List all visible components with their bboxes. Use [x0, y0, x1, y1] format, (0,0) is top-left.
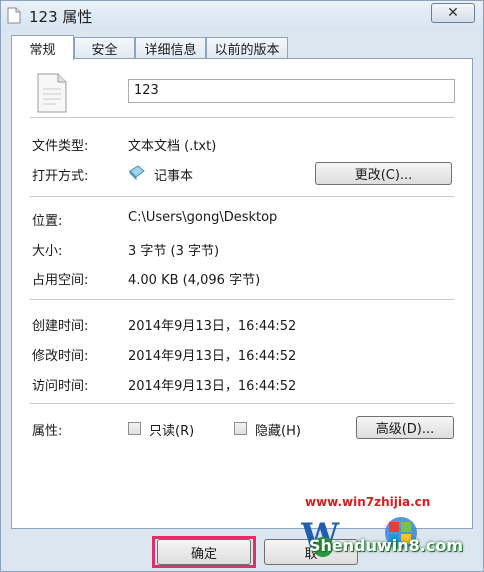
readonly-label: 只读(R)	[149, 424, 195, 439]
close-button[interactable]: ✕	[431, 3, 475, 23]
tab-label: 以前的版本	[214, 42, 280, 58]
general-panel: 123 文件类型: 文本文档 (.txt) 打开方式: 记事本 更改(C)...…	[11, 58, 473, 529]
file-name-input[interactable]: 123	[128, 79, 455, 103]
separator	[30, 403, 454, 404]
tab-details[interactable]: 详细信息	[135, 37, 206, 58]
tab-label: 常规	[29, 42, 56, 58]
modified-value: 2014年9月13日，16:44:52	[128, 349, 297, 364]
size-on-disk-label: 占用空间:	[32, 273, 89, 288]
properties-dialog: 123 属性 ✕ 常规 安全 详细信息 以前的版本 123 文件类型: 文本文档…	[0, 0, 484, 572]
tab-security[interactable]: 安全	[74, 37, 135, 58]
watermark-brand: Shenduwin8.com	[309, 536, 464, 555]
advanced-button[interactable]: 高级(D)...	[356, 416, 454, 439]
watermark-url: www.win7zhijia.cn	[305, 495, 431, 509]
opens-with-label: 打开方式:	[32, 169, 89, 184]
close-icon: ✕	[447, 5, 459, 21]
readonly-checkbox[interactable]	[128, 422, 141, 435]
title-bar[interactable]: 123 属性 ✕	[1, 1, 483, 31]
change-button-label: 更改(C)...	[354, 168, 413, 183]
accessed-label: 访问时间:	[32, 379, 89, 394]
size-value: 3 字节 (3 字节)	[128, 244, 220, 259]
file-type-label: 文件类型:	[32, 139, 89, 154]
text-file-icon	[7, 7, 21, 24]
created-value: 2014年9月13日，16:44:52	[128, 319, 297, 334]
file-type-value: 文本文档 (.txt)	[128, 139, 217, 154]
attributes-label: 属性:	[32, 424, 63, 439]
ok-button-highlight	[152, 536, 256, 568]
created-label: 创建时间:	[32, 319, 89, 334]
separator	[30, 117, 454, 118]
tab-general[interactable]: 常规	[11, 35, 74, 60]
location-label: 位置:	[32, 214, 63, 229]
opens-with-value: 记事本	[154, 169, 194, 184]
document-icon	[37, 73, 67, 113]
tab-label: 详细信息	[144, 42, 197, 58]
size-on-disk-value: 4.00 KB (4,096 字节)	[128, 273, 261, 288]
advanced-button-label: 高级(D)...	[375, 422, 435, 437]
tab-previous-versions[interactable]: 以前的版本	[206, 37, 288, 58]
notepad-icon	[129, 165, 145, 181]
change-button[interactable]: 更改(C)...	[315, 162, 452, 185]
accessed-value: 2014年9月13日，16:44:52	[128, 379, 297, 394]
hidden-checkbox[interactable]	[234, 422, 247, 435]
tab-label: 安全	[91, 42, 118, 58]
separator	[30, 299, 454, 300]
window-title: 123 属性	[29, 8, 93, 26]
modified-label: 修改时间:	[32, 349, 89, 364]
hidden-label: 隐藏(H)	[255, 424, 301, 439]
location-value: C:\Users\gong\Desktop	[128, 210, 278, 225]
separator	[30, 196, 454, 197]
size-label: 大小:	[32, 244, 63, 259]
